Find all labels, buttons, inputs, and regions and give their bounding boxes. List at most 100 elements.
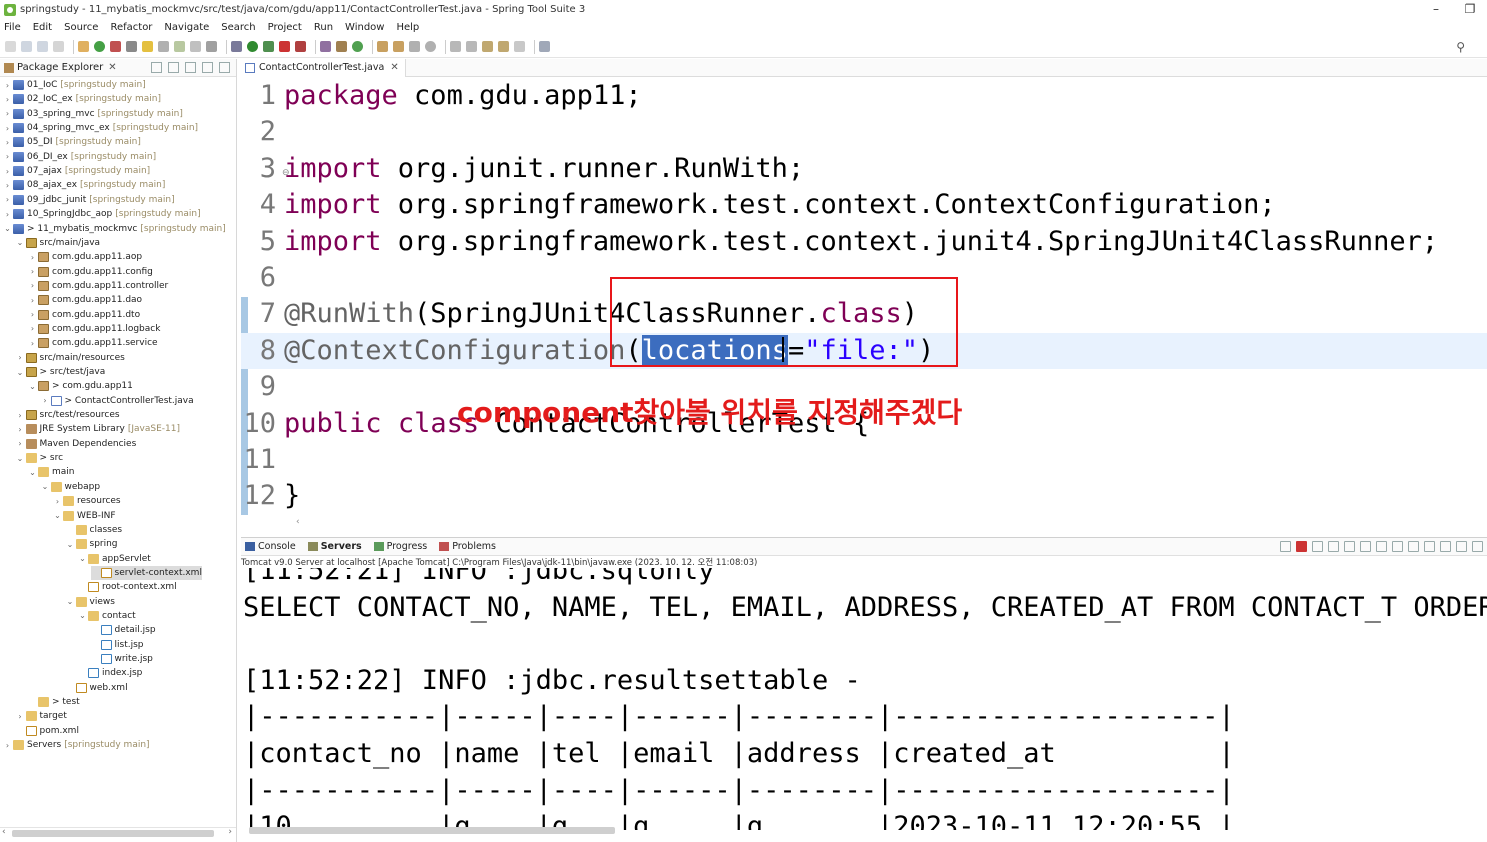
- tree-item[interactable]: ⌄ main: [28, 465, 75, 479]
- open-task-icon[interactable]: [393, 41, 404, 52]
- chevron-right-icon[interactable]: ›: [3, 741, 12, 750]
- stop-icon[interactable]: [110, 41, 121, 52]
- back-icon[interactable]: [498, 41, 509, 52]
- next-annotation-icon[interactable]: [450, 41, 461, 52]
- task-icon[interactable]: [174, 41, 185, 52]
- display-selected-console-icon[interactable]: [1424, 541, 1435, 552]
- forward-icon[interactable]: [514, 41, 525, 52]
- chevron-right-icon[interactable]: ›: [3, 167, 12, 176]
- tree-item[interactable]: servlet-context.xml: [90, 565, 202, 580]
- maximize-icon[interactable]: [1472, 541, 1483, 552]
- scroll-lock-icon[interactable]: [1344, 541, 1355, 552]
- tree-item[interactable]: › com.gdu.app11.service: [28, 336, 158, 350]
- chevron-right-icon[interactable]: ›: [16, 425, 25, 434]
- tree-item[interactable]: pom.xml: [16, 724, 79, 738]
- chevron-right-icon[interactable]: ›: [28, 281, 37, 290]
- link-icon[interactable]: [158, 41, 169, 52]
- tree-item[interactable]: › Servers [springstudy main]: [3, 738, 150, 752]
- chevron-down-icon[interactable]: ⌄: [41, 482, 50, 491]
- chevron-down-icon[interactable]: ⌄: [16, 238, 25, 247]
- new-icon[interactable]: [5, 41, 16, 52]
- tree-item[interactable]: › resources: [53, 494, 121, 508]
- chevron-right-icon[interactable]: ›: [28, 296, 37, 305]
- menu-source[interactable]: Source: [64, 22, 98, 33]
- menu-help[interactable]: Help: [396, 22, 419, 33]
- open-type-icon[interactable]: [377, 41, 388, 52]
- tree-item[interactable]: › 05_DI [springstudy main]: [3, 135, 141, 149]
- tree-item[interactable]: ⌄ contact: [78, 609, 136, 623]
- new-package-icon[interactable]: [336, 41, 347, 52]
- chevron-right-icon[interactable]: ›: [3, 181, 12, 190]
- tree-item[interactable]: › Maven Dependencies: [16, 437, 136, 451]
- tree-item[interactable]: root-context.xml: [78, 580, 177, 594]
- tree-item[interactable]: › 09_jdbc_junit [springstudy main]: [3, 193, 175, 207]
- tree-item[interactable]: ⌄ webapp: [41, 480, 100, 494]
- tree-item[interactable]: › com.gdu.app11.dto: [28, 308, 140, 322]
- menu-search[interactable]: Search: [221, 22, 255, 33]
- menu-window[interactable]: Window: [345, 22, 384, 33]
- chevron-down-icon[interactable]: ⌄: [3, 224, 12, 233]
- tree-item[interactable]: › target: [16, 709, 67, 723]
- tree-item[interactable]: web.xml: [66, 681, 128, 695]
- menu-navigate[interactable]: Navigate: [164, 22, 209, 33]
- fold-icon[interactable]: ⊖: [282, 168, 290, 178]
- tree-item[interactable]: › 04_spring_mvc_ex [springstudy main]: [3, 121, 198, 135]
- tree-item[interactable]: › 02_IoC_ex [springstudy main]: [3, 92, 161, 106]
- tree-item[interactable]: ⌄ src/main/java: [16, 236, 100, 250]
- previous-annotation-icon[interactable]: [466, 41, 477, 52]
- tree-item[interactable]: › com.gdu.app11.logback: [28, 322, 160, 336]
- tab-console[interactable]: Console: [245, 541, 296, 552]
- tree-item[interactable]: index.jsp: [78, 666, 142, 680]
- save-all-icon[interactable]: [37, 41, 48, 52]
- chevron-right-icon[interactable]: ›: [3, 210, 12, 219]
- console-output[interactable]: [11:52:21] INFO :jdbc.sqlonly SELECT CONT…: [243, 568, 1487, 830]
- pin-icon[interactable]: [126, 41, 137, 52]
- chevron-down-icon[interactable]: ⌄: [53, 511, 62, 520]
- chevron-down-icon[interactable]: ⌄: [28, 382, 37, 391]
- tree-item[interactable]: classes: [66, 523, 122, 537]
- print-icon[interactable]: [53, 41, 64, 52]
- tab-servers[interactable]: Servers: [307, 541, 362, 552]
- tree-item[interactable]: ⌄ spring: [66, 537, 118, 551]
- terminate-icon[interactable]: [279, 41, 290, 52]
- collapse-all-icon[interactable]: [151, 62, 162, 73]
- scrollbar-thumb[interactable]: [249, 827, 615, 834]
- chevron-right-icon[interactable]: ›: [3, 152, 12, 161]
- terminate-icon[interactable]: [1296, 541, 1307, 552]
- tree-item[interactable]: › com.gdu.app11.config: [28, 265, 153, 279]
- tree-item[interactable]: > test: [28, 695, 80, 709]
- chevron-down-icon[interactable]: ⌄: [78, 554, 87, 563]
- editor-tab-contactcontrollertest[interactable]: ContactControllerTest.java ✕: [241, 58, 406, 77]
- close-icon[interactable]: ✕: [390, 62, 398, 73]
- menu-file[interactable]: File: [4, 22, 21, 33]
- tree-item[interactable]: ⌄ > com.gdu.app11: [28, 379, 133, 393]
- pin-editor-icon[interactable]: [539, 41, 550, 52]
- highlight-icon[interactable]: [142, 41, 153, 52]
- pin-console-icon[interactable]: [1408, 541, 1419, 552]
- scroll-left-icon[interactable]: ‹: [296, 517, 300, 527]
- last-edit-icon[interactable]: [482, 41, 493, 52]
- tree-item[interactable]: › 07_ajax [springstudy main]: [3, 164, 150, 178]
- block-icon[interactable]: [190, 41, 201, 52]
- chevron-right-icon[interactable]: ›: [3, 95, 12, 104]
- console-horizontal-scrollbar[interactable]: [241, 825, 1487, 836]
- tree-item[interactable]: › src/test/resources: [16, 408, 120, 422]
- chevron-down-icon[interactable]: ⌄: [66, 540, 75, 549]
- tree-item[interactable]: › 08_ajax_ex [springstudy main]: [3, 178, 165, 192]
- run-icon[interactable]: [247, 41, 258, 52]
- show-on-error-icon[interactable]: [1392, 541, 1403, 552]
- chevron-right-icon[interactable]: ›: [41, 396, 50, 405]
- chevron-right-icon[interactable]: ›: [16, 353, 25, 362]
- chevron-right-icon[interactable]: ›: [28, 339, 37, 348]
- menu-edit[interactable]: Edit: [33, 22, 52, 33]
- tab-problems[interactable]: Problems: [439, 541, 496, 552]
- tree-item[interactable]: ⌄ views: [66, 595, 115, 609]
- chevron-right-icon[interactable]: ›: [16, 712, 25, 721]
- new-java-project-icon[interactable]: [320, 41, 331, 52]
- tree-item[interactable]: write.jsp: [91, 652, 153, 666]
- skip-breakpoints-icon[interactable]: [78, 41, 89, 52]
- chevron-down-icon[interactable]: ⌄: [16, 368, 25, 377]
- tree-item[interactable]: ⌄ WEB-INF: [53, 509, 116, 523]
- search-icon[interactable]: ⚲: [1456, 40, 1465, 54]
- chevron-right-icon[interactable]: ›: [53, 497, 62, 506]
